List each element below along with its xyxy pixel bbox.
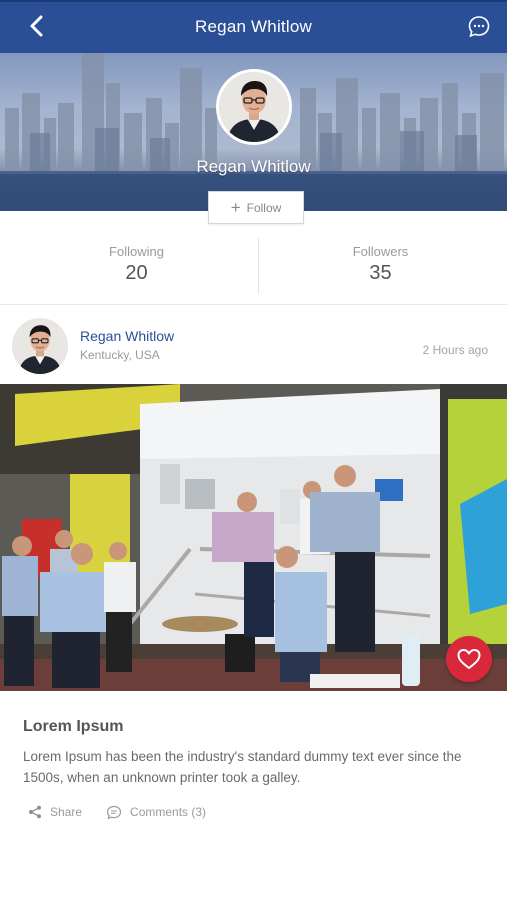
- share-label: Share: [50, 805, 83, 819]
- profile-avatar[interactable]: [216, 69, 292, 145]
- follow-label: Follow: [246, 200, 282, 215]
- post-title: Lorem Ipsum: [23, 718, 124, 735]
- person-photo: [219, 72, 289, 142]
- post-body: Lorem Ipsum has been the industry's stan…: [23, 749, 462, 785]
- post-image[interactable]: [0, 384, 507, 691]
- author-avatar[interactable]: [12, 318, 68, 374]
- post-timestamp: 2 Hours ago: [422, 343, 488, 357]
- person-photo: [12, 318, 68, 374]
- exhibition-booth-photo: [0, 384, 507, 691]
- comment-icon: [106, 805, 122, 819]
- post-location: Kentucky, USA: [80, 348, 160, 362]
- post-author[interactable]: Regan Whitlow: [80, 328, 174, 344]
- like-button[interactable]: [446, 636, 492, 682]
- plus-icon: +: [230, 198, 241, 217]
- following-count: 20: [125, 262, 148, 284]
- followers-count: 35: [369, 262, 392, 284]
- chat-button[interactable]: [465, 13, 493, 41]
- follow-button[interactable]: + Follow: [208, 191, 304, 224]
- page-title: Regan Whitlow: [195, 17, 312, 36]
- heart-icon: [457, 648, 481, 670]
- following-stat[interactable]: Following 20: [10, 244, 263, 285]
- share-button[interactable]: Share: [28, 805, 82, 819]
- post-actions: Share Comments (3): [28, 802, 206, 822]
- profile-stats: Following 20 Followers 35: [0, 230, 507, 304]
- divider: [0, 304, 507, 305]
- post-header: Regan Whitlow Kentucky, USA 2 Hours ago: [0, 306, 507, 384]
- followers-label: Followers: [352, 244, 409, 259]
- followers-stat[interactable]: Followers 35: [254, 244, 507, 285]
- comments-label: Comments (3): [130, 805, 207, 819]
- comments-button[interactable]: Comments (3): [106, 805, 206, 820]
- chat-bubble-icon: [468, 16, 490, 38]
- profile-cover: Regan Whitlow: [0, 53, 507, 211]
- top-app-bar: Regan Whitlow: [0, 0, 507, 53]
- share-icon: [29, 805, 41, 819]
- following-label: Following: [109, 244, 164, 259]
- profile-name: Regan Whitlow: [196, 157, 311, 176]
